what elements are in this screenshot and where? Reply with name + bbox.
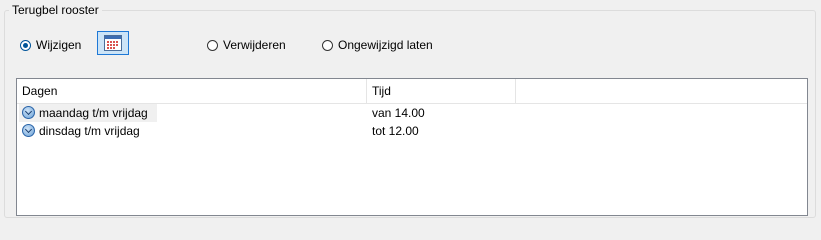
radio-ongewijzigd-laten[interactable]: Ongewijzigd laten xyxy=(322,36,433,54)
row-dagen-text: maandag t/m vrijdag xyxy=(39,106,148,120)
column-header-dagen[interactable]: Dagen xyxy=(17,79,367,103)
row-dagen-cell: maandag t/m vrijdag xyxy=(19,104,157,122)
calendar-icon xyxy=(104,35,122,51)
radio-wijzigen-indicator[interactable] xyxy=(20,39,31,51)
calendar-button[interactable] xyxy=(97,31,129,55)
row-tijd-text: van 14.00 xyxy=(372,106,425,120)
clock-icon xyxy=(22,124,35,137)
row-dagen-cell: dinsdag t/m vrijdag xyxy=(19,122,157,140)
schedule-list[interactable]: Dagen Tijd maandag t/m vrijdag van 14.00… xyxy=(16,78,808,216)
list-header: Dagen Tijd xyxy=(17,79,807,104)
clock-icon xyxy=(22,106,35,119)
radio-verwijderen-label: Verwijderen xyxy=(223,38,286,52)
column-header-tijd[interactable]: Tijd xyxy=(367,79,516,103)
radio-verwijderen-indicator[interactable] xyxy=(207,39,218,51)
radio-verwijderen[interactable]: Verwijderen xyxy=(207,36,286,54)
radio-wijzigen[interactable]: Wijzigen xyxy=(20,36,81,54)
list-item[interactable]: maandag t/m vrijdag van 14.00 xyxy=(17,104,807,122)
row-tijd-text: tot 12.00 xyxy=(372,124,419,138)
radio-wijzigen-label: Wijzigen xyxy=(36,38,82,52)
radio-ongewijzigd-laten-indicator[interactable] xyxy=(322,39,333,51)
row-dagen-text: dinsdag t/m vrijdag xyxy=(39,124,140,138)
list-item[interactable]: dinsdag t/m vrijdag tot 12.00 xyxy=(17,122,807,140)
group-title: Terugbel rooster xyxy=(9,3,102,17)
radio-ongewijzigd-laten-label: Ongewijzigd laten xyxy=(338,38,433,52)
